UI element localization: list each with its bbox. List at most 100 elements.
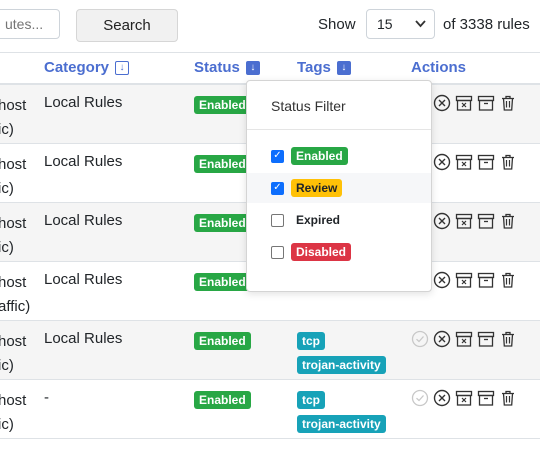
status-filter-option[interactable]: ✓ Review [247, 173, 431, 203]
tag-badge: trojan-activity [297, 356, 386, 374]
status-cell: Enabled [194, 273, 251, 291]
filter-down-icon[interactable]: ↓ [245, 60, 260, 75]
rule-name-line: host [0, 215, 27, 232]
row-actions [411, 389, 517, 407]
status-option-badge: Disabled [291, 243, 352, 261]
column-label: Tags [297, 59, 331, 76]
status-badge: Enabled [194, 391, 251, 409]
rule-name: host ic) [0, 389, 26, 437]
status-option-badge: Enabled [291, 147, 348, 165]
trash-icon[interactable] [499, 94, 517, 112]
status-filter-option[interactable]: Expired [247, 205, 431, 235]
rule-category: Local Rules [44, 94, 123, 111]
x-circle-icon[interactable] [433, 330, 451, 348]
status-cell: Enabled [194, 214, 251, 232]
page-size-value: 15 [377, 16, 393, 32]
rule-category: Local Rules [44, 330, 123, 347]
table-row: host ic) - Enabled tcp trojan-activity [0, 380, 540, 439]
status-option-badge: Review [291, 179, 343, 197]
x-circle-icon[interactable] [433, 271, 451, 289]
total-rules-label: of 3338 rules [443, 16, 530, 33]
x-circle-icon[interactable] [433, 94, 451, 112]
row-actions [411, 330, 517, 348]
archive-x-icon[interactable] [455, 212, 473, 230]
rule-name-line: host [0, 333, 27, 350]
chevron-down-icon [415, 10, 426, 49]
rule-name-line: host [0, 392, 27, 409]
trash-icon[interactable] [499, 389, 517, 407]
archive-x-icon[interactable] [455, 271, 473, 289]
search-input[interactable] [0, 9, 60, 39]
status-filter-option[interactable]: Disabled [247, 237, 431, 267]
rule-name-line: host [0, 97, 27, 114]
archive-icon[interactable] [477, 94, 495, 112]
column-label: Actions [411, 59, 467, 76]
rule-name-line: host [0, 156, 27, 173]
archive-icon[interactable] [477, 389, 495, 407]
tags-cell: tcp trojan-activity [297, 391, 386, 433]
status-badge: Enabled [194, 273, 251, 291]
rule-name-line: ic) [0, 357, 14, 374]
table-row: host ic) Local Rules Enabled tcp trojan-activ… [0, 321, 540, 380]
toolbar: Search Show 15 of 3338 rules [0, 0, 540, 50]
trash-icon[interactable] [499, 271, 517, 289]
status-badge: Enabled [194, 332, 251, 350]
archive-icon[interactable] [477, 153, 495, 171]
rule-category: Local Rules [44, 271, 123, 288]
status-filter-option[interactable]: ✓ Enabled [247, 141, 431, 171]
x-circle-icon[interactable] [433, 212, 451, 230]
column-header-status[interactable]: Status ↓ [194, 59, 260, 76]
rule-name-line: ic) [0, 180, 14, 197]
archive-x-icon[interactable] [455, 330, 473, 348]
sort-down-icon[interactable]: ↓ [115, 60, 130, 75]
rule-name-line: host [0, 274, 27, 291]
rule-name: host ic) [0, 212, 26, 260]
status-filter-dropdown: Status Filter ✓ Enabled ✓ Review Expired Disa… [246, 80, 432, 292]
archive-x-icon[interactable] [455, 153, 473, 171]
archive-icon[interactable] [477, 271, 495, 289]
tag-badge: tcp [297, 332, 325, 350]
search-button[interactable]: Search [76, 9, 178, 42]
column-header-category[interactable]: Category ↓ [44, 59, 130, 76]
column-label: Category [44, 59, 110, 76]
filter-down-icon[interactable]: ↓ [336, 60, 351, 75]
x-circle-icon[interactable] [433, 153, 451, 171]
status-badge: Enabled [194, 155, 251, 173]
status-cell: Enabled [194, 332, 251, 350]
x-circle-icon[interactable] [433, 389, 451, 407]
rule-name: host ic) [0, 153, 26, 201]
rule-name: host affic) [0, 271, 30, 319]
status-filter-title: Status Filter [271, 98, 346, 114]
trash-icon[interactable] [499, 212, 517, 230]
rule-name-line: ic) [0, 121, 14, 138]
show-label: Show [318, 16, 356, 33]
rule-name-line: affic) [0, 298, 31, 315]
checkbox[interactable] [271, 245, 284, 259]
archive-icon[interactable] [477, 212, 495, 230]
tags-cell: tcp trojan-activity [297, 332, 386, 374]
archive-x-icon[interactable] [455, 94, 473, 112]
column-label: Status [194, 59, 240, 76]
check-circle-icon[interactable] [411, 389, 429, 407]
archive-x-icon[interactable] [455, 389, 473, 407]
rule-name-line: ic) [0, 416, 14, 433]
divider [247, 129, 431, 130]
rule-category: - [44, 389, 49, 406]
checkbox-checked[interactable]: ✓ [271, 149, 284, 163]
check-circle-icon[interactable] [411, 330, 429, 348]
trash-icon[interactable] [499, 153, 517, 171]
status-cell: Enabled [194, 155, 251, 173]
page-size-select[interactable]: 15 [366, 9, 435, 39]
column-header-tags[interactable]: Tags ↓ [297, 59, 351, 76]
trash-icon[interactable] [499, 330, 517, 348]
status-option-badge: Expired [296, 213, 341, 227]
column-header-actions: Actions [411, 59, 466, 76]
status-cell: Enabled [194, 391, 251, 409]
rule-name-line: ic) [0, 239, 14, 256]
rule-category: Local Rules [44, 212, 123, 229]
rule-category: Local Rules [44, 153, 123, 170]
checkbox[interactable] [271, 213, 284, 227]
checkbox-checked[interactable]: ✓ [271, 181, 284, 195]
tag-badge: tcp [297, 391, 325, 409]
archive-icon[interactable] [477, 330, 495, 348]
